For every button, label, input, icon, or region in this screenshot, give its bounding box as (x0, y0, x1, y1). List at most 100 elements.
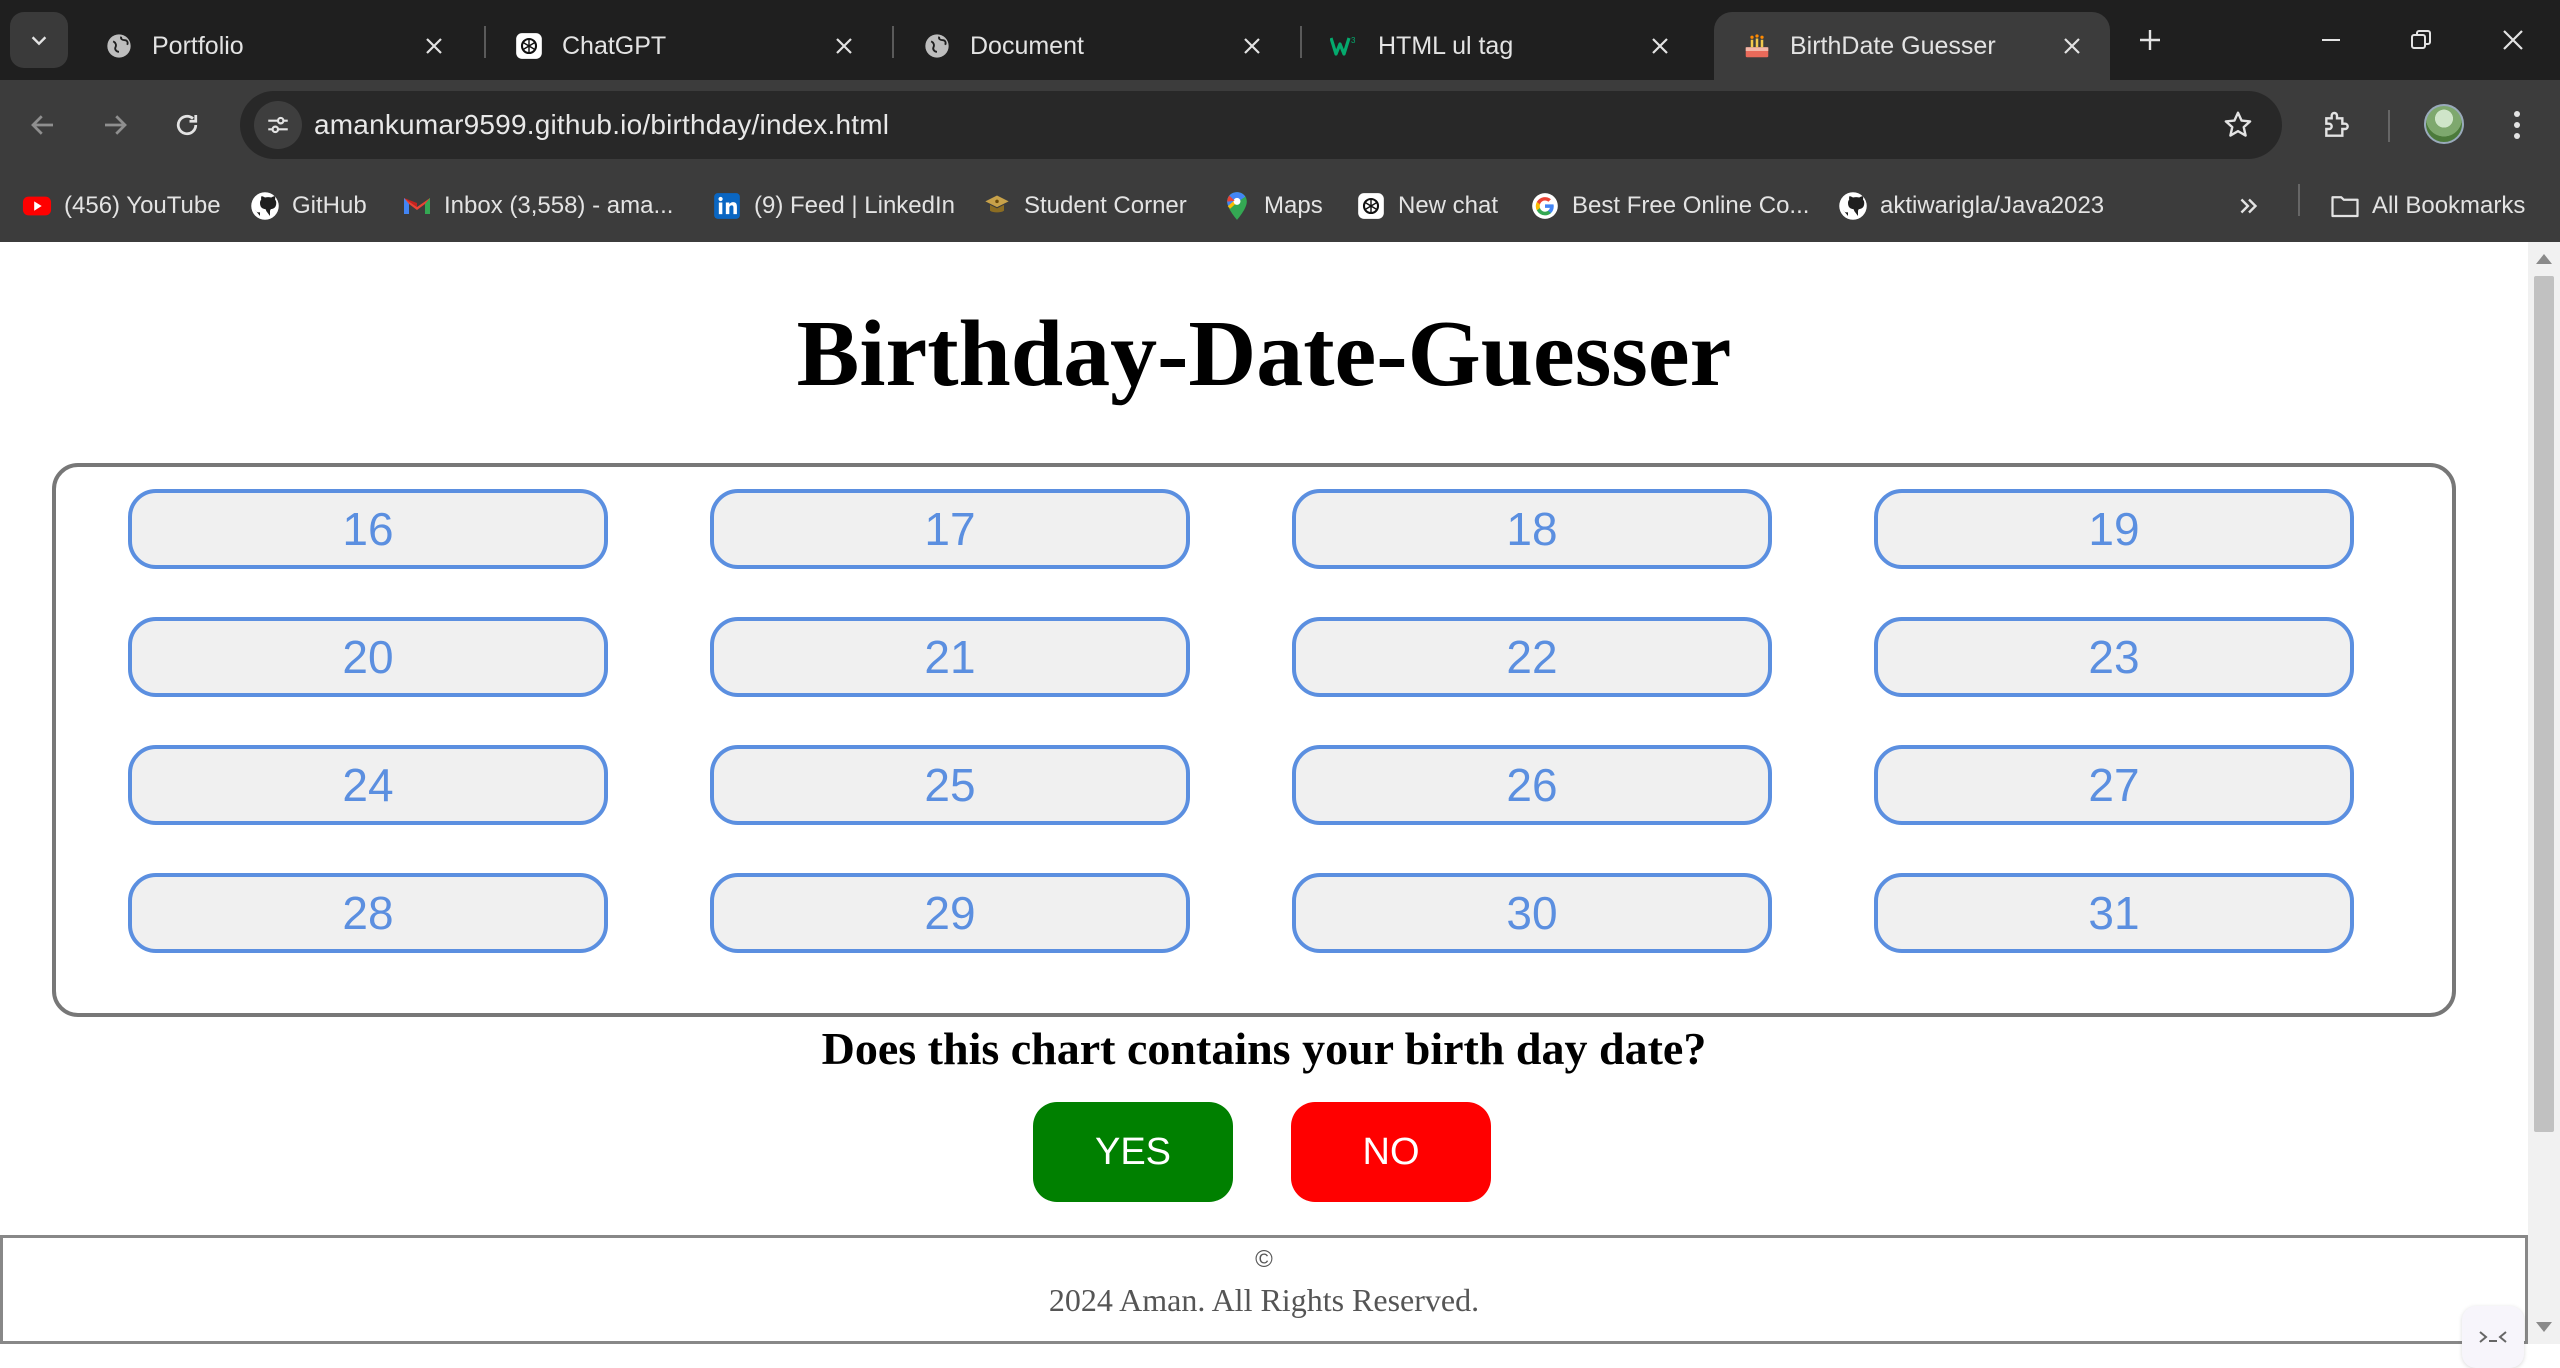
chevron-down-icon (31, 36, 47, 46)
bookmark-label: GitHub (292, 192, 367, 219)
side-assistant-widget[interactable] (2462, 1306, 2524, 1368)
reload-button[interactable] (164, 102, 210, 148)
number-button-26[interactable]: 26 (1292, 745, 1772, 825)
tab-title: ChatGPT (562, 31, 667, 60)
number-button-19[interactable]: 19 (1874, 489, 2354, 569)
chatgpt-icon (514, 31, 544, 61)
chevron-double-right-icon (2240, 198, 2258, 214)
back-button[interactable] (20, 102, 66, 148)
new-tab-button[interactable] (2130, 20, 2170, 60)
restore-button[interactable] (2396, 16, 2446, 64)
number-button-27[interactable]: 27 (1874, 745, 2354, 825)
vertical-scrollbar[interactable] (2528, 242, 2560, 1344)
number-button-22[interactable]: 22 (1292, 617, 1772, 697)
tab-birthdate-guesser[interactable]: BirthDate Guesser (1714, 12, 2110, 80)
bookmark-label: (9) Feed | LinkedIn (754, 192, 956, 219)
scroll-up-arrow[interactable] (2536, 254, 2552, 264)
maps-icon (1222, 191, 1252, 221)
extensions-button[interactable] (2314, 102, 2360, 148)
number-button-23[interactable]: 23 (1874, 617, 2354, 697)
bookmark-label: New chat (1398, 192, 1499, 219)
site-info-button[interactable] (254, 101, 302, 149)
tune-icon (268, 116, 288, 134)
number-button-29[interactable]: 29 (710, 873, 1190, 953)
menu-button[interactable] (2494, 102, 2540, 148)
number-button-28[interactable]: 28 (128, 873, 608, 953)
gmail-icon (402, 191, 432, 221)
scrollbar-thumb[interactable] (2534, 276, 2554, 1132)
all-bookmarks-button[interactable]: All Bookmarks (2330, 184, 2525, 228)
github-icon (250, 191, 280, 221)
close-icon[interactable] (828, 30, 860, 62)
address-bar[interactable]: amankumar9599.github.io/birthday/index.h… (240, 91, 2282, 159)
tab-title: HTML ul tag (1378, 31, 1514, 60)
w3schools-icon: 3 (1330, 31, 1360, 61)
tab-title: BirthDate Guesser (1790, 31, 1996, 60)
star-icon (2224, 111, 2252, 137)
bookmark-label: Maps (1264, 192, 1323, 219)
bookmark-youtube[interactable]: (456) YouTube (22, 184, 221, 228)
folder-icon (2330, 191, 2360, 221)
svg-text:3: 3 (1351, 36, 1356, 45)
bookmark-maps[interactable]: Maps (1222, 184, 1323, 228)
kebab-menu-icon (2514, 111, 2520, 139)
bookmark-new-chat[interactable]: New chat (1356, 184, 1498, 228)
close-icon[interactable] (1644, 30, 1676, 62)
bookmark-best-free-online[interactable]: Best Free Online Co... (1530, 184, 1809, 228)
no-button[interactable]: NO (1291, 1102, 1491, 1202)
bookmarks-overflow-button[interactable] (2236, 184, 2262, 228)
chatgpt-icon (1356, 191, 1386, 221)
number-button-20[interactable]: 20 (128, 617, 608, 697)
tab-portfolio[interactable]: Portfolio (76, 12, 472, 80)
minimize-button[interactable] (2306, 16, 2356, 64)
number-button-17[interactable]: 17 (710, 489, 1190, 569)
tab-title: Portfolio (152, 31, 244, 60)
number-button-31[interactable]: 31 (1874, 873, 2354, 953)
number-button-30[interactable]: 30 (1292, 873, 1772, 953)
close-icon[interactable] (418, 30, 450, 62)
scroll-down-arrow[interactable] (2536, 1322, 2552, 1332)
yes-button[interactable]: YES (1033, 1102, 1233, 1202)
arrow-left-icon (31, 115, 53, 135)
close-icon[interactable] (1236, 30, 1268, 62)
assistant-icon (2479, 1331, 2507, 1343)
bookmark-star-button[interactable] (2220, 107, 2256, 143)
footer: © 2024 Aman. All Rights Reserved. (0, 1235, 2528, 1344)
tab-search-button[interactable] (10, 12, 68, 68)
number-button-16[interactable]: 16 (128, 489, 608, 569)
bookmark-label: Best Free Online Co... (1572, 192, 1810, 219)
forward-button[interactable] (92, 102, 138, 148)
bookmark-linkedin[interactable]: (9) Feed | LinkedIn (712, 184, 955, 228)
tab-html-ul-tag[interactable]: 3 HTML ul tag (1302, 12, 1698, 80)
tab-title: Document (970, 31, 1084, 60)
profile-avatar[interactable] (2424, 104, 2464, 144)
number-button-25[interactable]: 25 (710, 745, 1190, 825)
globe-icon (922, 31, 952, 61)
number-button-21[interactable]: 21 (710, 617, 1190, 697)
globe-icon (104, 31, 134, 61)
close-window-button[interactable] (2488, 16, 2538, 64)
bookmark-label: aktiwarigla/Java2023 (1880, 192, 2105, 219)
bookmark-github[interactable]: GitHub (250, 184, 367, 228)
restore-icon (2411, 30, 2431, 49)
number-button-18[interactable]: 18 (1292, 489, 1772, 569)
footer-text: 2024 Aman. All Rights Reserved. (1048, 1282, 1480, 1318)
github-icon (1838, 191, 1868, 221)
tab-document[interactable]: Document (894, 12, 1290, 80)
bookmark-label: (456) YouTube (64, 192, 221, 219)
bookmark-java2023[interactable]: aktiwarigla/Java2023 (1838, 184, 2104, 228)
bookmark-label: Student Corner (1024, 192, 1187, 219)
bookmarks-divider (2298, 184, 2300, 216)
close-icon[interactable] (2056, 30, 2088, 62)
bookmark-gmail[interactable]: Inbox (3,558) - ama... (402, 184, 673, 228)
cake-icon (1742, 31, 1772, 61)
number-button-24[interactable]: 24 (128, 745, 608, 825)
arrow-right-icon (105, 115, 127, 135)
bookmark-student-corner[interactable]: Student Corner (982, 184, 1187, 228)
google-icon (1530, 191, 1560, 221)
bookmark-label: All Bookmarks (2372, 192, 2526, 219)
url-text[interactable]: amankumar9599.github.io/birthday/index.h… (314, 109, 889, 141)
minimize-icon (2322, 39, 2340, 41)
tab-chatgpt[interactable]: ChatGPT (486, 12, 882, 80)
copyright-symbol: © (1255, 1246, 1273, 1273)
